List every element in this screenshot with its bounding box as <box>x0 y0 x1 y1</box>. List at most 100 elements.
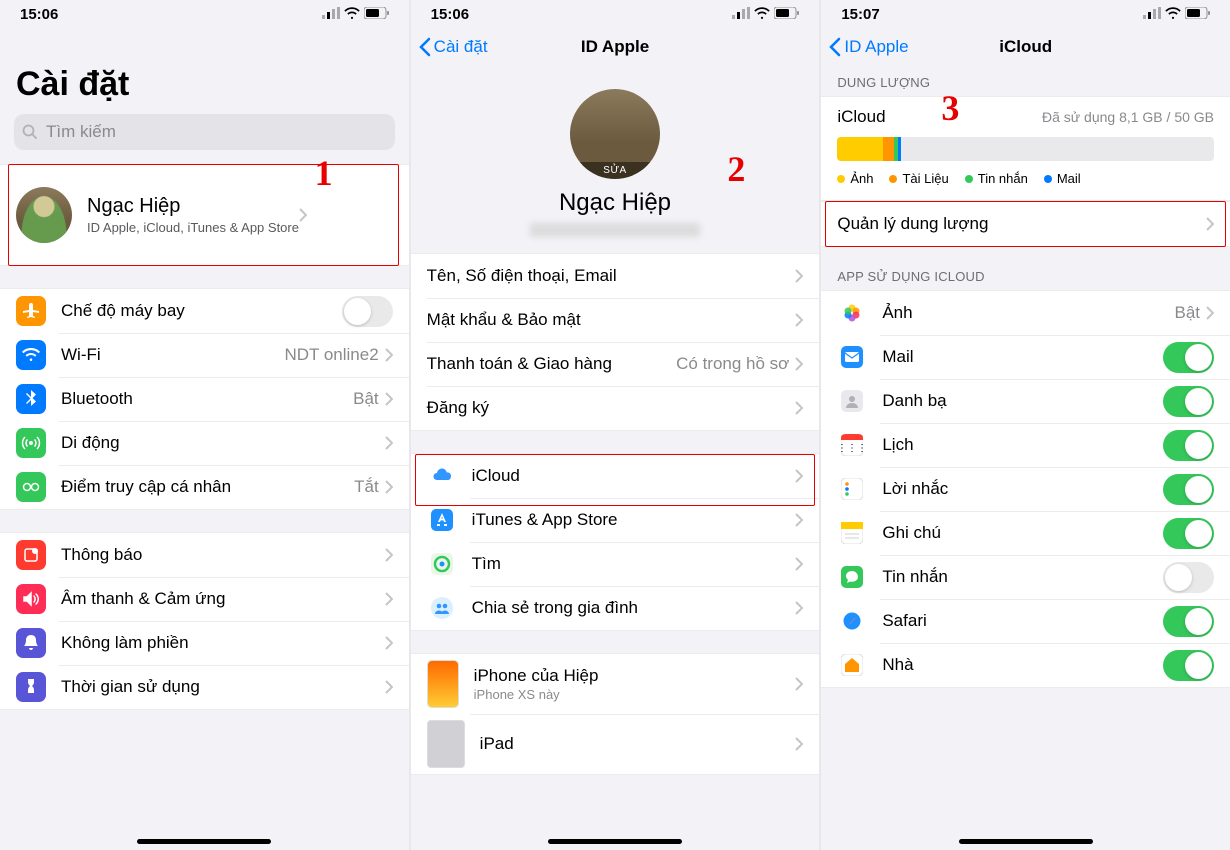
row-label: Đăng ký <box>427 398 796 418</box>
signal-icon <box>322 6 340 23</box>
search-input[interactable] <box>44 121 387 143</box>
row-label: Ghi chú <box>882 523 1163 543</box>
row-chia-se-trong-gia-i-nh[interactable]: Chia sẻ trong gia đình <box>411 586 820 630</box>
row-di-o-ng[interactable]: Di động <box>0 421 409 465</box>
hotspot-icon <box>16 472 46 502</box>
row-a-nh[interactable]: ẢnhBật <box>821 291 1230 335</box>
row-detail: NDT online2 <box>284 345 378 365</box>
chevron-right-icon <box>795 469 803 483</box>
apple-id-row[interactable]: Ngạc Hiệp ID Apple, iCloud, iTunes & App… <box>0 165 409 265</box>
row-itunes-app-store[interactable]: iTunes & App Store <box>411 498 820 542</box>
chevron-right-icon <box>385 348 393 362</box>
row-lo-i-nha-c[interactable]: Lời nhắc <box>821 467 1230 511</box>
device-icon <box>427 660 459 708</box>
row-label: iCloud <box>472 466 796 486</box>
calendar-icon: ⋮⋮⋮ <box>837 430 867 460</box>
row-ti-m[interactable]: Tìm <box>411 542 820 586</box>
device-row[interactable]: iPhone của HiệpiPhone XS này <box>411 654 820 714</box>
row-tin-nha-n[interactable]: Tin nhắn <box>821 555 1230 599</box>
row-te-n-so-ie-n-thoa-i-email[interactable]: Tên, Số điện thoại, Email <box>411 254 820 298</box>
row-li-ch[interactable]: ⋮⋮⋮Lịch <box>821 423 1230 467</box>
storage-box: 3 iCloud Đã sử dụng 8,1 GB / 50 GB ẢnhTà… <box>821 96 1230 201</box>
legend-item: Tin nhắn <box>965 171 1028 186</box>
row-label: Âm thanh & Cảm ứng <box>61 589 385 609</box>
device-name: iPad <box>480 734 514 754</box>
row-ie-m-truy-ca-p-ca-nha-n[interactable]: Điểm truy cập cá nhânTắt <box>0 465 409 509</box>
home-indicator <box>548 839 682 844</box>
row-ma-t-kha-u-ba-o-ma-t[interactable]: Mật khẩu & Bảo mật <box>411 298 820 342</box>
icloud-pane: 15:07 ID Apple iCloud DUNG LƯỢNG 3 iClou… <box>821 0 1230 850</box>
chevron-right-icon <box>385 636 393 650</box>
nav-bar: Cài đặt ID Apple <box>411 25 820 69</box>
row-detail: Bật <box>1174 303 1200 323</box>
toggle[interactable] <box>1163 650 1214 681</box>
home-icon <box>837 650 867 680</box>
row-label: Mail <box>882 347 1163 367</box>
row-label: Wi-Fi <box>61 345 284 365</box>
storage-header: DUNG LƯỢNG <box>821 75 1230 96</box>
apps-header: APP SỬ DỤNG ICLOUD <box>821 269 1230 290</box>
row-bluetooth[interactable]: BluetoothBật <box>0 377 409 421</box>
mail-icon <box>837 342 867 372</box>
svg-text:⋮⋮⋮: ⋮⋮⋮ <box>841 443 863 454</box>
toggle[interactable] <box>1163 518 1214 549</box>
row-danh-ba[interactable]: Danh bạ <box>821 379 1230 423</box>
status-time: 15:07 <box>841 6 879 23</box>
toggle[interactable] <box>1163 562 1214 593</box>
step-annotation: 3 <box>941 87 959 129</box>
toggle[interactable] <box>1163 386 1214 417</box>
device-icon <box>427 720 465 768</box>
row-che-o-ma-y-bay[interactable]: Chế độ máy bay <box>0 289 409 333</box>
row-label: Bluetooth <box>61 389 353 409</box>
toggle[interactable] <box>1163 342 1214 373</box>
device-row[interactable]: iPad <box>411 714 820 774</box>
row-a-m-thanh-ca-m-u-ng[interactable]: Âm thanh & Cảm ứng <box>0 577 409 621</box>
toggle[interactable] <box>1163 474 1214 505</box>
status-bar: 15:06 <box>0 0 409 25</box>
legend-dot <box>837 175 845 183</box>
row-icloud[interactable]: iCloud <box>411 454 820 498</box>
toggle[interactable] <box>1163 430 1214 461</box>
chevron-right-icon <box>385 592 393 606</box>
toggle[interactable] <box>1163 606 1214 637</box>
search-field[interactable] <box>14 114 395 150</box>
chevron-right-icon <box>795 677 803 691</box>
row-tho-ng-ba-o[interactable]: Thông báo <box>0 533 409 577</box>
row-mail[interactable]: Mail <box>821 335 1230 379</box>
status-time: 15:06 <box>431 6 469 23</box>
legend-item: Ảnh <box>837 171 873 186</box>
messages-icon <box>837 562 867 592</box>
chevron-right-icon <box>795 401 803 415</box>
row-thanh-toa-n-giao-ha-ng[interactable]: Thanh toán & Giao hàngCó trong hồ sơ <box>411 342 820 386</box>
row-kho-ng-la-m-phie-n[interactable]: Không làm phiền <box>0 621 409 665</box>
avatar-edit[interactable] <box>570 89 660 179</box>
row-label: iTunes & App Store <box>472 510 796 530</box>
row-label: Thời gian sử dụng <box>61 677 385 697</box>
row-detail: Bật <box>353 389 379 409</box>
row-label: Không làm phiền <box>61 633 385 653</box>
chevron-right-icon <box>385 548 393 562</box>
row-ghi-chu[interactable]: Ghi chú <box>821 511 1230 555</box>
icloud-icon <box>427 461 457 491</box>
chevron-right-icon <box>795 357 803 371</box>
manage-storage-row[interactable]: Quản lý dung lượng <box>821 202 1230 246</box>
row-label: Danh bạ <box>882 391 1163 411</box>
nav-bar: ID Apple iCloud <box>821 25 1230 69</box>
row-nha[interactable]: Nhà <box>821 643 1230 687</box>
toggle[interactable] <box>342 296 393 327</box>
chevron-right-icon <box>385 436 393 450</box>
row-wi-fi[interactable]: Wi-FiNDT online2 <box>0 333 409 377</box>
signal-icon <box>732 6 750 23</box>
row-safari[interactable]: Safari <box>821 599 1230 643</box>
chevron-right-icon <box>795 313 803 327</box>
findmy-icon <box>427 549 457 579</box>
apple-id-pane: 15:06 Cài đặt ID Apple 2 Ngạc Hiệp Tên, … <box>411 0 822 850</box>
safari-icon <box>837 606 867 636</box>
row-label: Thông báo <box>61 545 385 565</box>
row-tho-i-gian-su-du-ng[interactable]: Thời gian sử dụng <box>0 665 409 709</box>
row-label: Thanh toán & Giao hàng <box>427 354 676 374</box>
row-a-ng-ky[interactable]: Đăng ký <box>411 386 820 430</box>
signal-icon <box>1143 6 1161 23</box>
row-label: Safari <box>882 611 1163 631</box>
notes-icon <box>837 518 867 548</box>
